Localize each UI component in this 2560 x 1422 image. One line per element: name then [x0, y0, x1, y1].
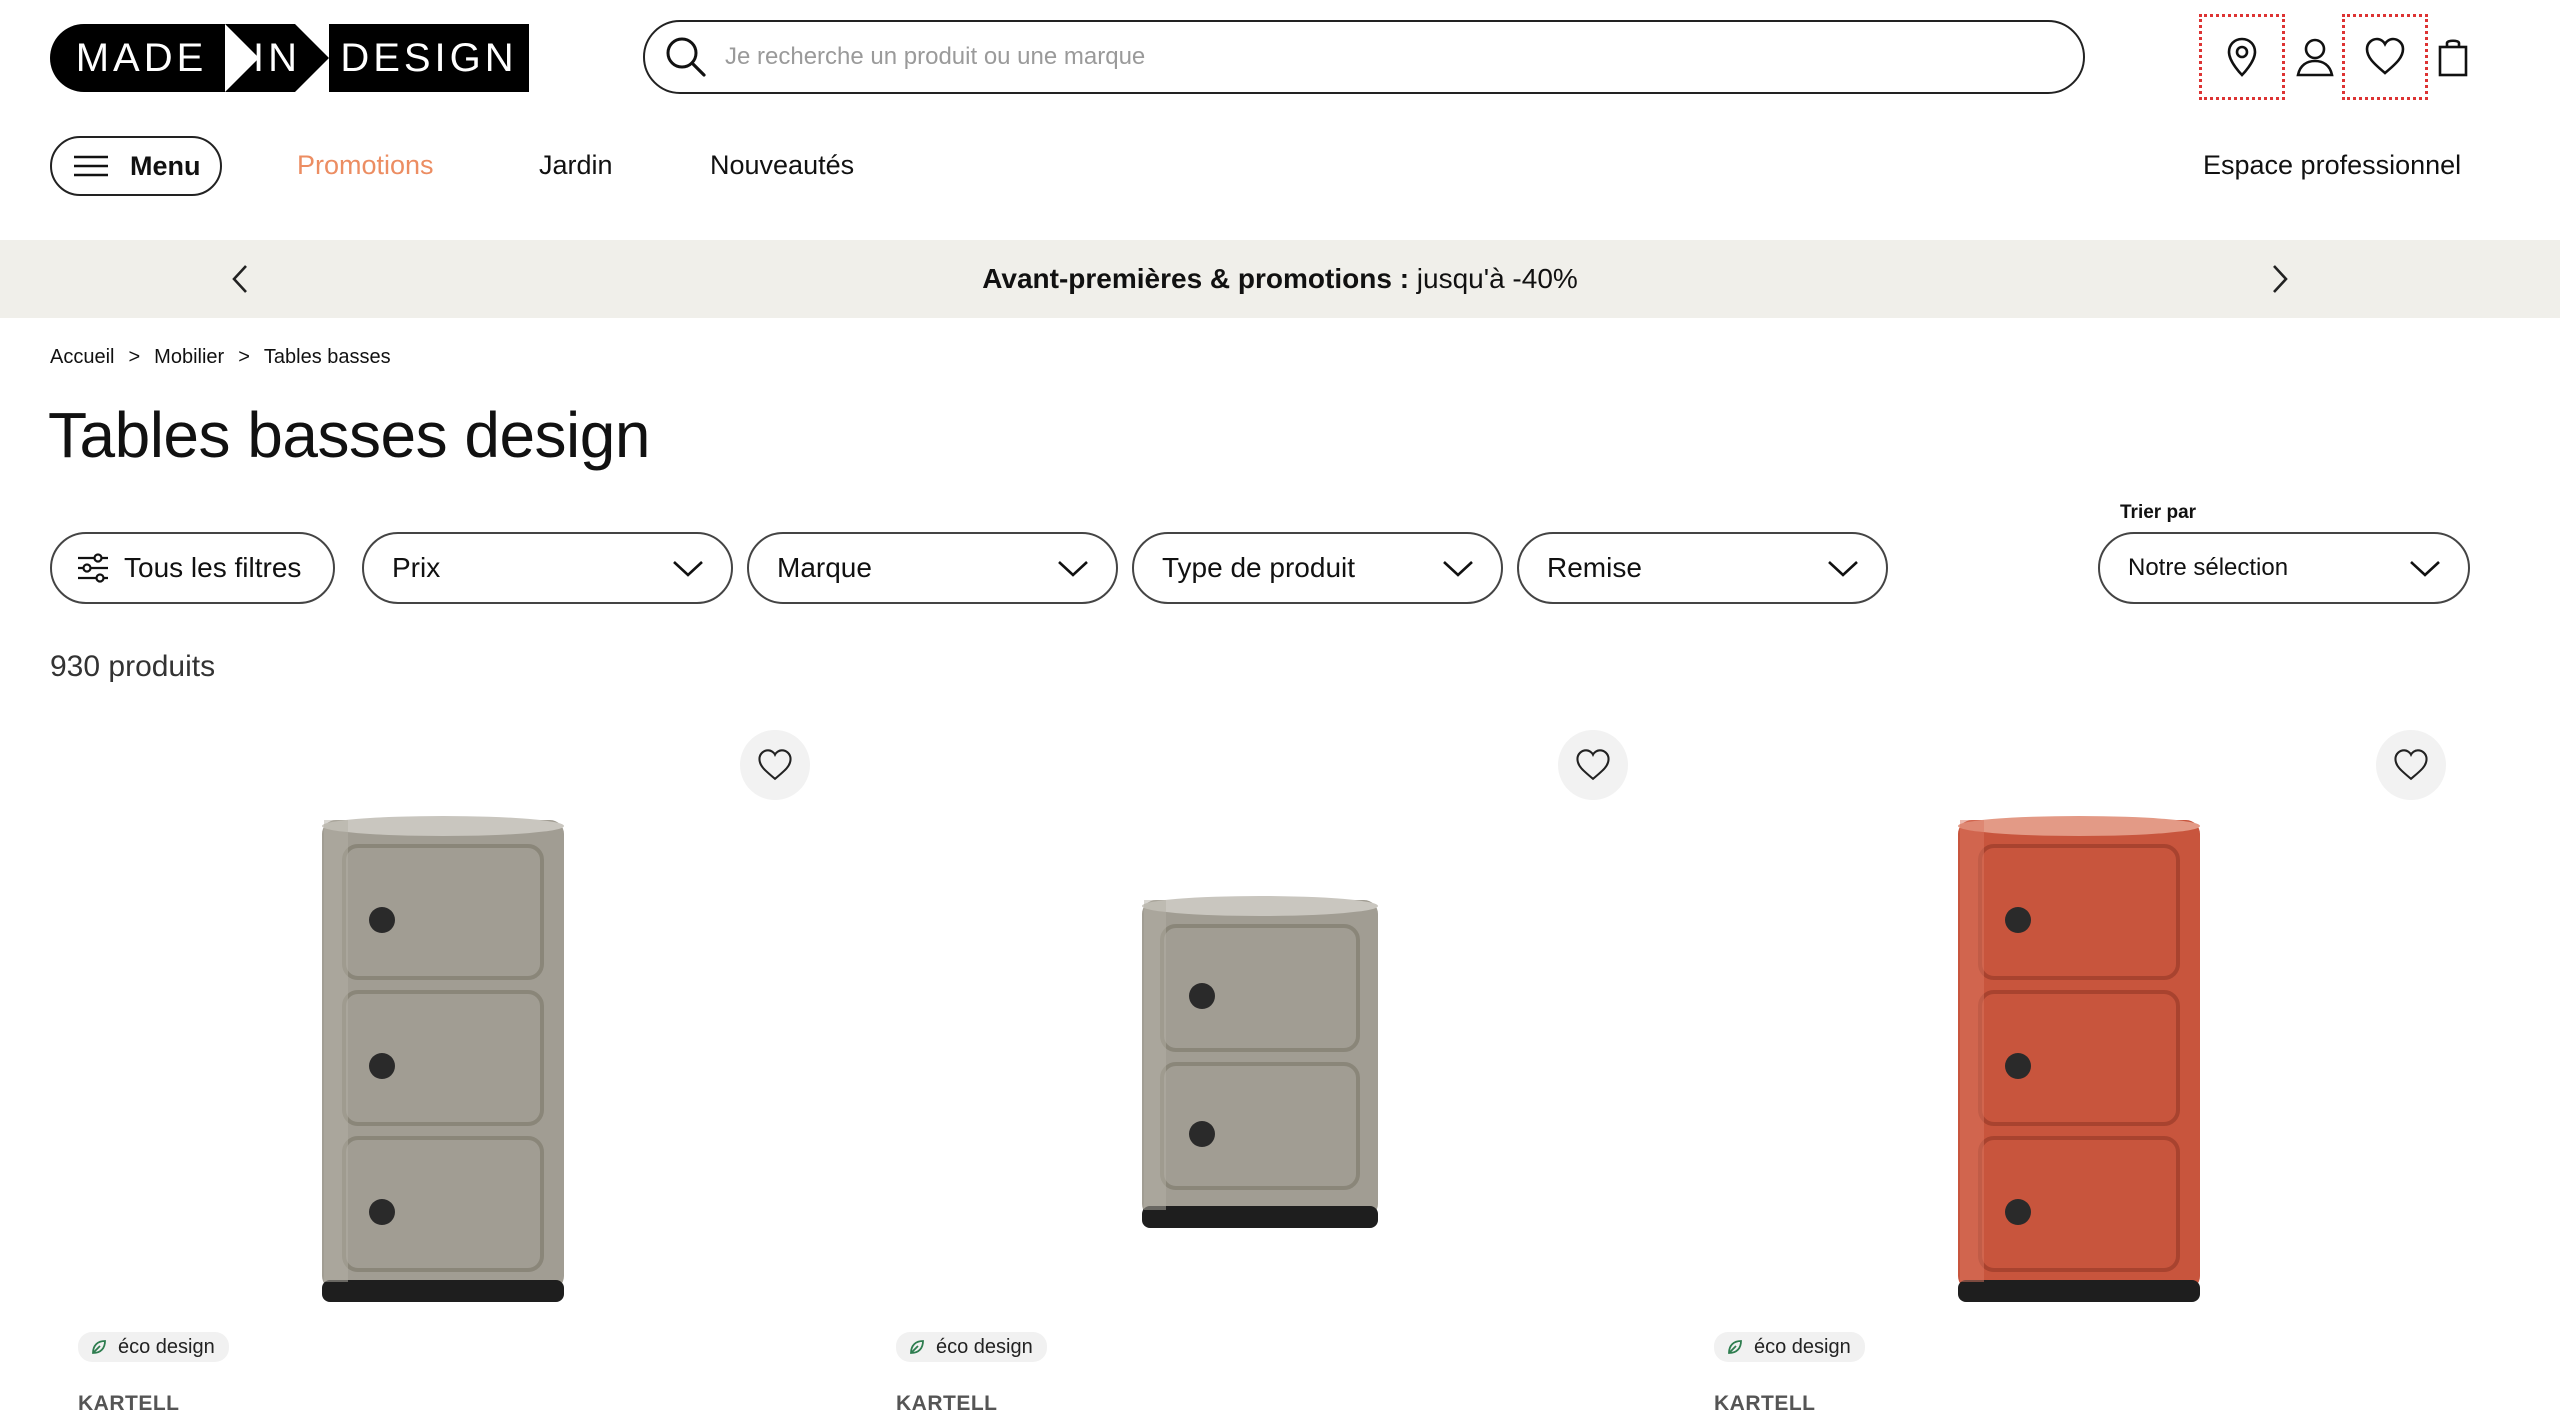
all-filters-button[interactable]: Tous les filtres: [50, 532, 335, 604]
leaf-icon: [92, 1340, 106, 1354]
product-image[interactable]: [50, 780, 810, 1320]
nav-link-jardin[interactable]: Jardin: [539, 150, 613, 181]
eco-badge-label: éco design: [1754, 1335, 1851, 1358]
banner-bold: Avant-premières & promotions :: [982, 263, 1410, 294]
breadcrumb: Accueil > Mobilier > Tables basses: [50, 346, 391, 369]
componibili-2-tier-image: [1142, 896, 1378, 1228]
product-card[interactable]: éco design KARTELL: [868, 720, 1628, 1422]
eco-badge-label: éco design: [936, 1335, 1033, 1358]
eco-badge-label: éco design: [118, 1335, 215, 1358]
leaf-icon: [1728, 1340, 1742, 1354]
filter-prix-label: Prix: [392, 552, 441, 583]
product-image[interactable]: [1686, 780, 2446, 1320]
sort-label: Trier par: [2120, 502, 2197, 523]
chevron-down-icon: [2410, 561, 2440, 577]
product-card[interactable]: éco design KARTELL: [50, 720, 810, 1422]
search-icon: [666, 37, 706, 77]
breadcrumb-accueil[interactable]: Accueil: [50, 346, 114, 369]
filter-sliders-icon: [78, 553, 108, 583]
chevron-down-icon: [1058, 561, 1088, 577]
nav-link-promotions[interactable]: Promotions: [297, 150, 434, 181]
product-card[interactable]: éco design KARTELL: [1686, 720, 2446, 1422]
page-title: Tables basses design: [48, 399, 650, 471]
logo-made: MADE: [50, 24, 225, 92]
chevron-left-icon[interactable]: [224, 262, 258, 296]
product-brand: KARTELL: [1714, 1392, 1816, 1415]
chevron-down-icon: [1828, 561, 1858, 577]
filter-type-de-produit[interactable]: Type de produit: [1132, 532, 1503, 604]
shopping-bag-icon: [2438, 39, 2468, 77]
product-image[interactable]: [868, 780, 1628, 1320]
menu-label: Menu: [130, 150, 201, 181]
breadcrumb-current: Tables basses: [263, 346, 391, 368]
cart-button[interactable]: [2410, 14, 2496, 100]
nav-link-nouveautes[interactable]: Nouveautés: [710, 150, 854, 181]
menu-button[interactable]: Menu: [50, 136, 222, 196]
search-bar[interactable]: [643, 20, 2085, 94]
product-brand: KARTELL: [78, 1392, 180, 1415]
logo-in: IN: [225, 24, 329, 92]
eco-design-badge: éco design: [1714, 1332, 1865, 1362]
banner-text: Avant-premières & promotions : jusqu'à -…: [982, 263, 1578, 295]
sort-select[interactable]: Notre sélection: [2098, 532, 2470, 604]
location-pin-icon: [2227, 37, 2257, 77]
filter-remise-label: Remise: [1547, 552, 1642, 583]
chevron-down-icon: [1443, 561, 1473, 577]
breadcrumb-separator: >: [238, 346, 250, 368]
search-input[interactable]: [725, 43, 1925, 71]
filter-marque[interactable]: Marque: [747, 532, 1118, 604]
breadcrumb-separator: >: [128, 346, 141, 368]
chevron-right-icon[interactable]: [2262, 262, 2296, 296]
heart-icon: [2365, 37, 2405, 75]
all-filters-label: Tous les filtres: [124, 552, 302, 583]
user-icon: [2296, 38, 2334, 77]
filter-type-label: Type de produit: [1162, 552, 1356, 583]
logo-in-text: IN: [253, 35, 301, 80]
heart-icon: [1576, 749, 1610, 781]
chevron-down-icon: [673, 561, 703, 577]
site-logo[interactable]: MADE IN DESIGN: [50, 24, 529, 92]
leaf-icon: [910, 1340, 924, 1354]
filter-prix[interactable]: Prix: [362, 532, 733, 604]
product-brand: KARTELL: [896, 1392, 998, 1415]
heart-icon: [2394, 749, 2428, 781]
eco-design-badge: éco design: [896, 1332, 1047, 1362]
filter-remise[interactable]: Remise: [1517, 532, 1888, 604]
componibili-3-tier-image: [322, 816, 564, 1302]
componibili-3-tier-red-image: [1958, 816, 2200, 1302]
breadcrumb-mobilier[interactable]: Mobilier: [154, 346, 224, 369]
sort-value: Notre sélection: [2128, 554, 2289, 581]
nav-link-espace-professionnel[interactable]: Espace professionnel: [2203, 150, 2461, 181]
banner-rest: jusqu'à -40%: [1409, 263, 1578, 294]
promo-banner[interactable]: Avant-premières & promotions : jusqu'à -…: [0, 240, 2560, 318]
logo-design: DESIGN: [329, 24, 529, 92]
product-count: 930 produits: [50, 650, 216, 683]
filter-marque-label: Marque: [777, 552, 872, 583]
hamburger-icon: [74, 155, 108, 177]
heart-icon: [758, 749, 792, 781]
eco-design-badge: éco design: [78, 1332, 229, 1362]
